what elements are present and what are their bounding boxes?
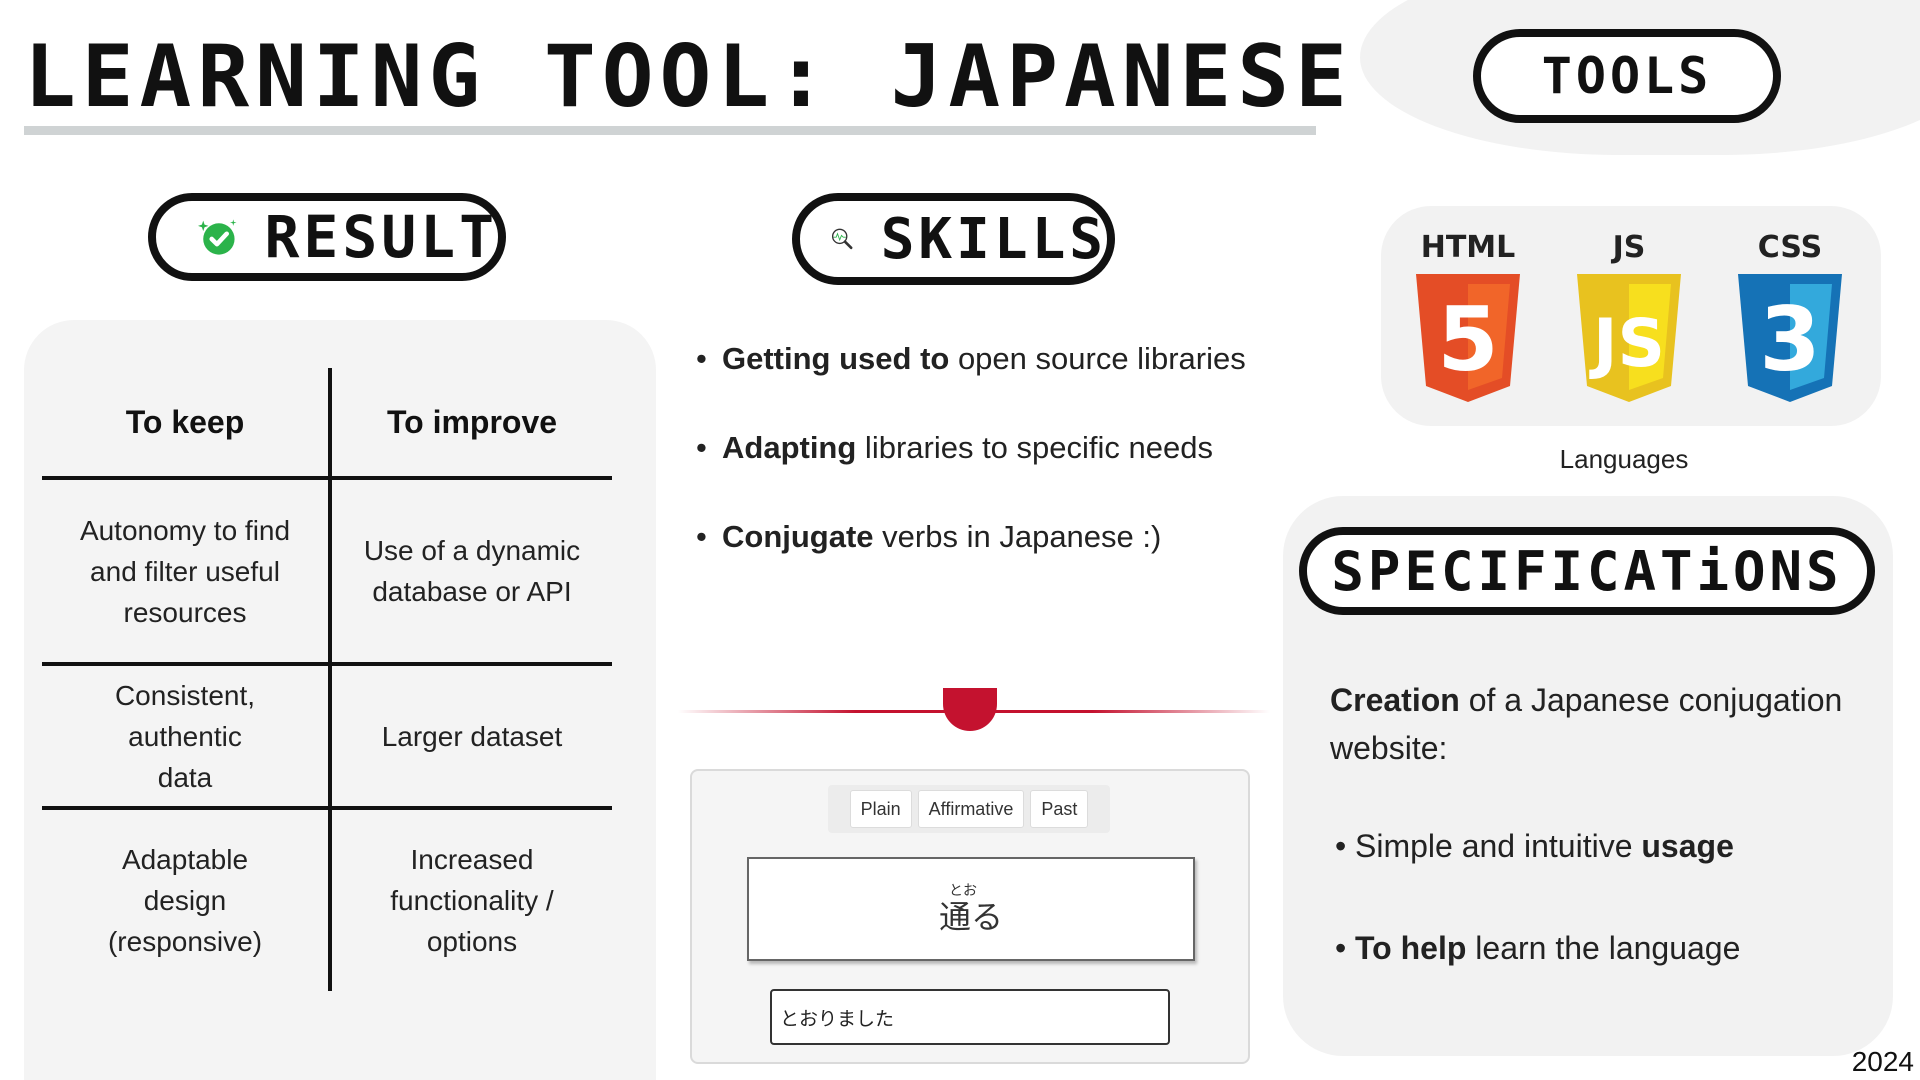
- title-underline: [24, 126, 1316, 135]
- language-css: CSS 3: [1731, 230, 1849, 402]
- result-heading: RESULT: [148, 193, 506, 281]
- language-js: JS JS: [1570, 230, 1688, 402]
- conjugator-demo: Plain Affirmative Past とお 通る: [690, 769, 1250, 1064]
- result-heading-label: RESULT: [264, 203, 498, 271]
- spec-text: Simple and intuitive: [1355, 828, 1642, 864]
- year-label: 2024: [1851, 1046, 1914, 1077]
- tools-heading: TOOLS: [1473, 29, 1781, 123]
- languages-card: HTML 5 JS JS CSS 3: [1381, 206, 1881, 426]
- verb-kanji: 通る: [938, 898, 1003, 936]
- skill-text: open source libraries: [949, 341, 1246, 376]
- language-html: HTML 5: [1409, 230, 1527, 402]
- language-name: JS: [1612, 230, 1646, 265]
- tag-plain[interactable]: Plain: [849, 790, 912, 828]
- red-sun-semicircle: [943, 688, 997, 731]
- verb-furigana: とお: [949, 883, 977, 899]
- table-cell: Consistent, authentic data: [114, 679, 256, 793]
- spec-bold: usage: [1641, 828, 1734, 864]
- specifications-intro: Creation of a Japanese conjugation websi…: [1330, 676, 1850, 772]
- form-tags: Plain Affirmative Past: [828, 785, 1110, 833]
- skill-item: Conjugate verbs in Japanese :): [696, 519, 1162, 555]
- answer-input[interactable]: [770, 989, 1170, 1045]
- javascript-glyph: JS: [1589, 305, 1665, 382]
- result-table: To keep To improve Autonomy to find and …: [42, 368, 612, 991]
- skills-heading: SKILLS: [792, 193, 1115, 285]
- spec-bullet-usage: Simple and intuitive usage: [1335, 828, 1734, 865]
- spec-bold: To help: [1355, 930, 1467, 966]
- skill-bold: Getting used to: [722, 341, 950, 376]
- languages-label: Languages: [1559, 444, 1689, 474]
- intro-bold: Creation: [1330, 682, 1460, 718]
- spec-text: learn the language: [1466, 930, 1741, 966]
- html5-icon: 5: [1416, 274, 1520, 402]
- table-header-keep: To keep: [125, 403, 245, 440]
- css3-glyph: 3: [1759, 288, 1820, 391]
- table-cell: Larger dataset: [381, 720, 563, 752]
- language-name: CSS: [1757, 230, 1823, 265]
- verb-card: とお 通る: [747, 857, 1195, 961]
- skill-bold: Adapting: [722, 430, 857, 465]
- skill-text: libraries to specific needs: [856, 430, 1213, 465]
- check-badge-icon: [198, 219, 237, 255]
- tag-affirmative[interactable]: Affirmative: [917, 790, 1025, 828]
- skill-item: Getting used to open source libraries: [696, 341, 1246, 377]
- specifications-heading: SPECIFICATiONS: [1299, 527, 1875, 615]
- skill-item: Adapting libraries to specific needs: [696, 430, 1213, 466]
- language-name: HTML: [1420, 230, 1516, 265]
- html5-glyph: 5: [1437, 288, 1498, 391]
- magnifier-icon: [831, 228, 853, 250]
- skills-heading-label: SKILLS: [880, 206, 1107, 272]
- skill-text: verbs in Japanese :): [873, 519, 1162, 554]
- table-header-improve: To improve: [386, 403, 558, 440]
- table-cell: Increased functionality / options: [390, 844, 554, 957]
- css3-icon: 3: [1738, 274, 1842, 402]
- javascript-icon: JS: [1577, 274, 1681, 402]
- spec-bullet-learn: To help learn the language: [1335, 930, 1741, 967]
- skill-bold: Conjugate: [722, 519, 874, 554]
- table-cell: Use of a dynamic database or API: [363, 535, 581, 607]
- table-cell: Autonomy to find and filter useful resou…: [79, 514, 291, 628]
- tag-past[interactable]: Past: [1030, 790, 1089, 828]
- table-cell: Adaptable design (responsive): [107, 844, 263, 957]
